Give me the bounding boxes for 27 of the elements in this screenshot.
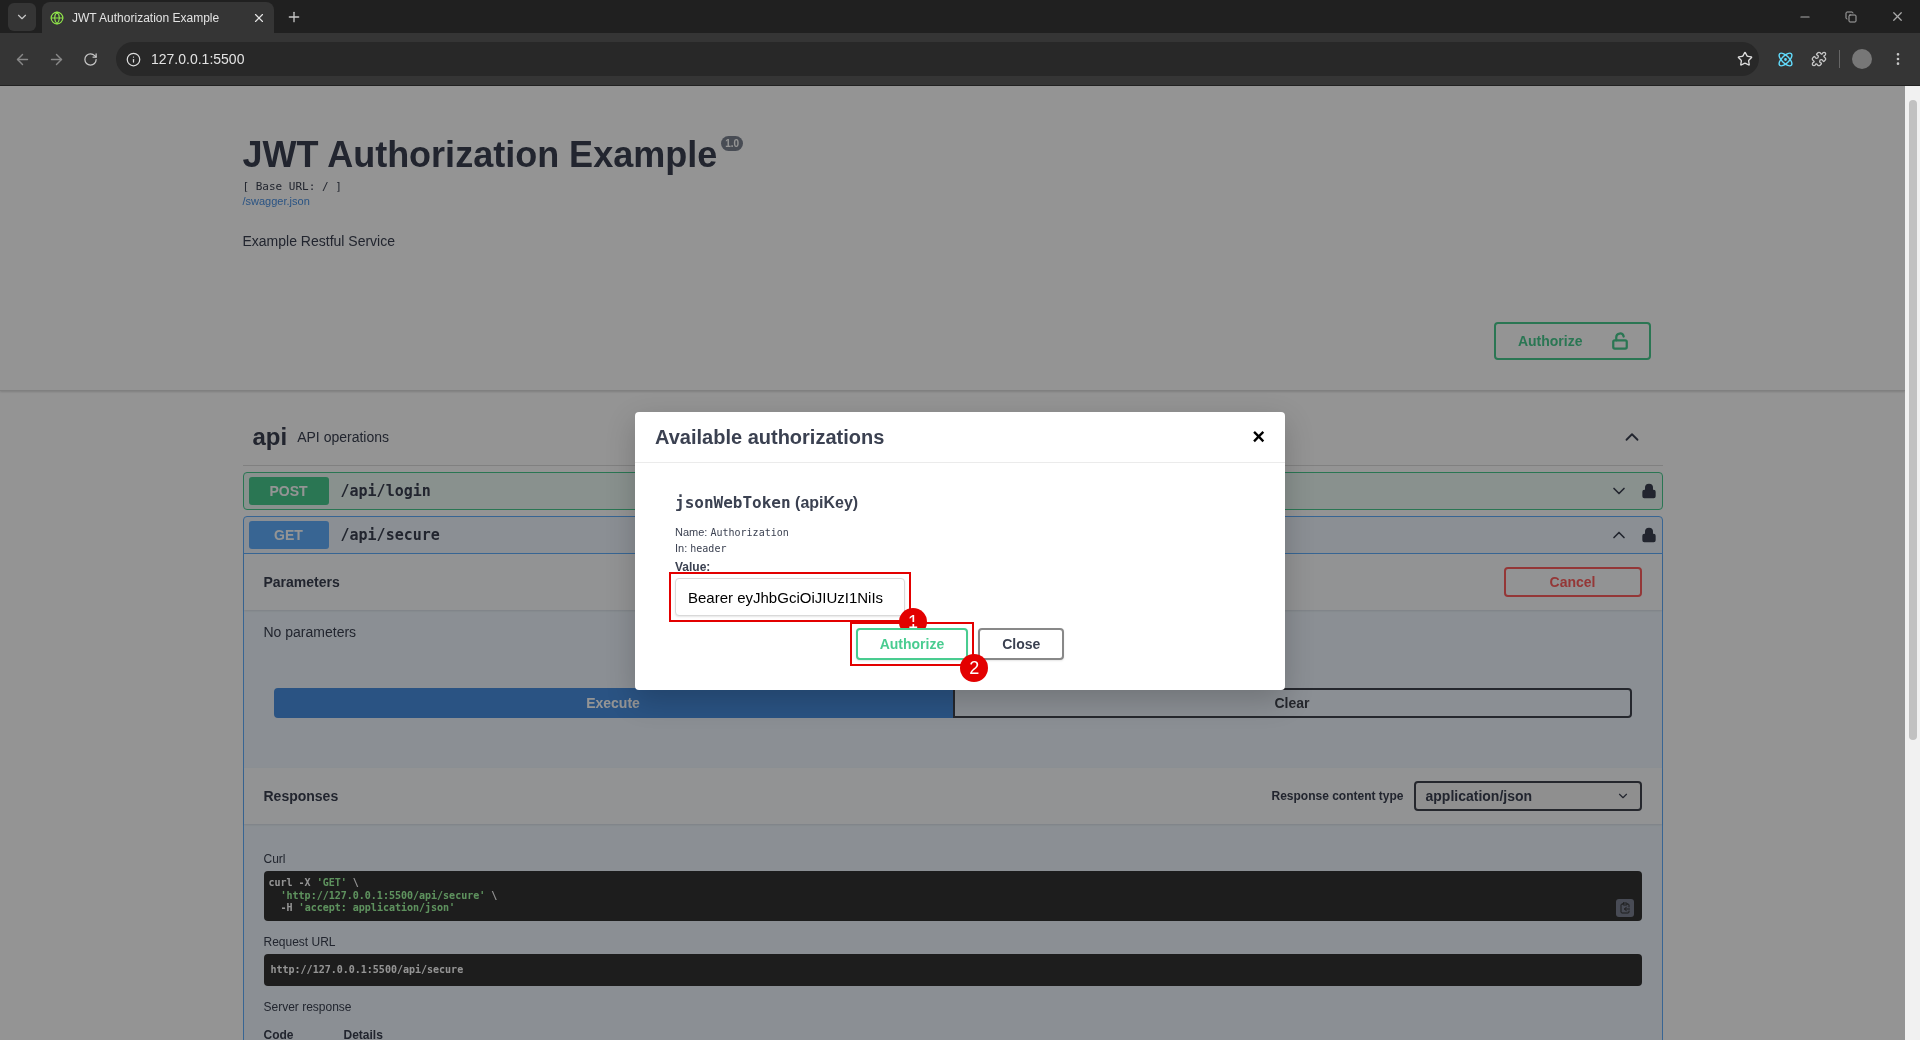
no-parameters-text: No parameters xyxy=(263,624,358,640)
operation-path: /api/secure xyxy=(340,526,440,544)
tag-name: api xyxy=(252,423,288,451)
column-header: Code xyxy=(263,1028,294,1040)
value-label: Value: xyxy=(675,560,712,574)
section-title: Responses xyxy=(263,788,339,804)
page-title: JWT Authorization Example xyxy=(242,134,718,176)
section-title: Parameters xyxy=(263,574,340,590)
scheme-name: Name: Authorization xyxy=(675,526,790,538)
version-badge: 1.0 xyxy=(721,136,744,151)
server-response-label: Server response xyxy=(263,1000,353,1014)
column-header: Details xyxy=(343,1028,383,1040)
curl-label: Curl xyxy=(263,852,287,866)
description: Example Restful Service xyxy=(242,233,396,249)
scheme-title: jsonWebToken (apiKey) xyxy=(675,493,860,512)
dialog-title: Available authorizations xyxy=(655,425,885,449)
content-type-label: Response content type xyxy=(1271,789,1404,803)
operation-path: /api/login xyxy=(340,482,431,500)
tag-description: API operations xyxy=(297,429,390,445)
request-url: http://127.0.0.1:5500/api/secure xyxy=(263,953,1642,986)
method-badge: POST xyxy=(248,477,329,505)
curl-code: curl -X 'GET' \ 'http://127.0.0.1:5500/api/secure' \ -H 'accept: application/json' xyxy=(263,871,1642,921)
scheme-location: In: header xyxy=(675,542,728,554)
base-url: [ Base URL: / ] xyxy=(242,180,343,193)
step-badge: 2 xyxy=(960,654,989,682)
method-badge: GET xyxy=(248,521,329,549)
request-url-label: Request URL xyxy=(263,934,337,949)
